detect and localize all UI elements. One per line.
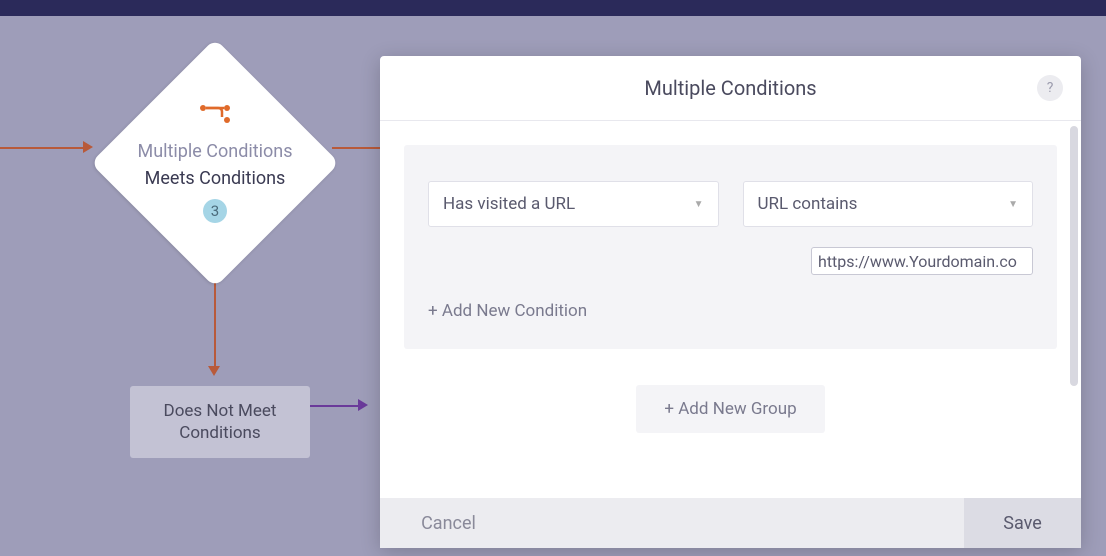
condition-row: Has visited a URL ▼ URL contains ▼ bbox=[428, 181, 1033, 227]
chevron-down-icon: ▼ bbox=[694, 199, 704, 210]
chevron-down-icon: ▼ bbox=[1008, 199, 1018, 210]
save-button[interactable]: Save bbox=[964, 498, 1081, 548]
spacer bbox=[428, 247, 787, 275]
help-button[interactable]: ? bbox=[1037, 75, 1063, 101]
modal-footer: Cancel Save bbox=[380, 498, 1081, 548]
value-row bbox=[428, 247, 1033, 275]
diamond-content: Multiple Conditions Meets Conditions 3 bbox=[90, 38, 340, 288]
arrow-icon bbox=[208, 366, 220, 376]
flow-canvas: Multiple Conditions Meets Conditions 3 D… bbox=[0, 16, 1106, 556]
modal-title: Multiple Conditions bbox=[644, 76, 816, 100]
branch-icon bbox=[198, 103, 232, 129]
flow-edge bbox=[0, 147, 86, 149]
select-value: URL contains bbox=[758, 194, 858, 214]
count-badge: 3 bbox=[203, 199, 227, 223]
conditions-modal: Multiple Conditions ? Has visited a URL … bbox=[380, 56, 1081, 548]
condition-group: Has visited a URL ▼ URL contains ▼ + Add… bbox=[404, 145, 1057, 349]
node-subtitle: Meets Conditions bbox=[145, 168, 286, 189]
select-value: Has visited a URL bbox=[443, 194, 575, 214]
add-condition-button[interactable]: + Add New Condition bbox=[428, 301, 1033, 321]
flow-edge bbox=[310, 405, 362, 407]
add-group-row: + Add New Group bbox=[404, 349, 1057, 443]
url-input[interactable] bbox=[811, 247, 1033, 275]
node-label: Does Not Meet Conditions bbox=[138, 400, 302, 444]
node-title: Multiple Conditions bbox=[138, 141, 293, 162]
cancel-button[interactable]: Cancel bbox=[380, 498, 517, 548]
modal-header: Multiple Conditions ? bbox=[380, 56, 1081, 121]
modal-body: Has visited a URL ▼ URL contains ▼ + Add… bbox=[380, 121, 1081, 498]
scrollbar[interactable] bbox=[1070, 126, 1078, 386]
operator-select[interactable]: URL contains ▼ bbox=[743, 181, 1034, 227]
flow-node-diamond[interactable]: Multiple Conditions Meets Conditions 3 bbox=[90, 38, 340, 288]
add-group-button[interactable]: + Add New Group bbox=[636, 385, 824, 433]
field-select[interactable]: Has visited a URL ▼ bbox=[428, 181, 719, 227]
arrow-icon bbox=[358, 399, 368, 411]
flow-node-rect[interactable]: Does Not Meet Conditions bbox=[130, 386, 310, 458]
footer-spacer bbox=[517, 498, 964, 548]
app-topbar bbox=[0, 0, 1106, 16]
